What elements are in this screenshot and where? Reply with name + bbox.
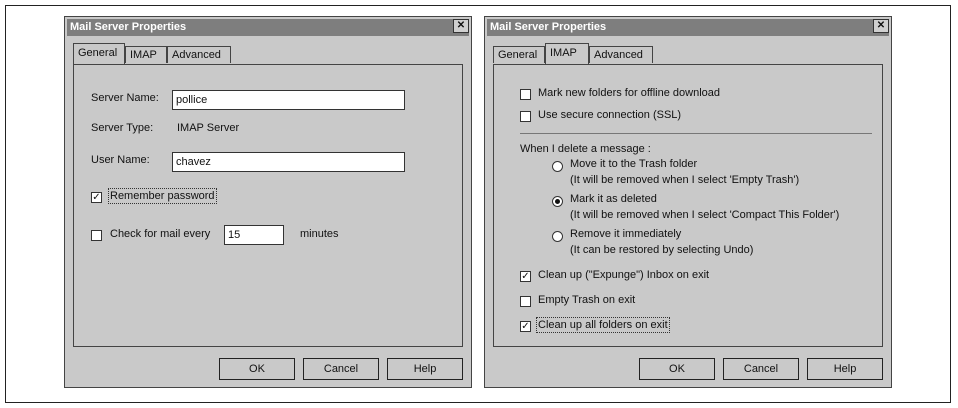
close-icon[interactable]: ✕ (453, 19, 469, 33)
ssl-checkbox[interactable] (520, 111, 531, 122)
tab-general[interactable]: General (493, 46, 545, 63)
mail-server-properties-general-dialog: Mail Server Properties ✕ General IMAP Ad… (64, 16, 472, 388)
tab-advanced[interactable]: Advanced (589, 46, 653, 63)
server-name-field[interactable]: pollice (172, 90, 405, 110)
mark-offline-checkbox[interactable] (520, 89, 531, 100)
close-icon[interactable]: ✕ (873, 19, 889, 33)
title-bar: Mail Server Properties (67, 19, 469, 36)
radio-remove-immediately-note: (It can be restored by selecting Undo) (570, 244, 754, 256)
server-name-label: Server Name: (91, 92, 159, 104)
expunge-inbox-checkbox[interactable]: ✓ (520, 271, 531, 282)
ssl-label[interactable]: Use secure connection (SSL) (538, 109, 681, 121)
check-mail-label[interactable]: Check for mail every (110, 228, 210, 240)
cancel-button[interactable]: Cancel (303, 358, 379, 380)
tab-general[interactable]: General (73, 43, 125, 64)
help-button[interactable]: Help (807, 358, 883, 380)
cleanup-all-folders-checkbox[interactable]: ✓ (520, 321, 531, 332)
cleanup-all-folders-label[interactable]: Clean up all folders on exit (536, 317, 670, 333)
mail-server-properties-imap-dialog: Mail Server Properties ✕ General IMAP Ad… (484, 16, 892, 388)
general-tab-panel: Server Name: pollice Server Type: IMAP S… (73, 64, 463, 347)
empty-trash-checkbox[interactable] (520, 296, 531, 307)
radio-mark-deleted-label[interactable]: Mark it as deleted (570, 193, 657, 205)
imap-tab-panel: Mark new folders for offline download Us… (493, 64, 883, 347)
dialog-title: Mail Server Properties (70, 21, 187, 33)
minutes-label: minutes (300, 228, 339, 240)
empty-trash-label[interactable]: Empty Trash on exit (538, 294, 635, 306)
expunge-inbox-label[interactable]: Clean up ("Expunge") Inbox on exit (538, 269, 709, 281)
radio-move-to-trash-note: (It will be removed when I select 'Empty… (570, 174, 800, 186)
title-bar: Mail Server Properties (487, 19, 889, 36)
tab-imap[interactable]: IMAP (545, 43, 589, 64)
user-name-label: User Name: (91, 154, 150, 166)
check-mail-checkbox[interactable] (91, 230, 102, 241)
dialog-title: Mail Server Properties (490, 21, 607, 33)
server-type-value: IMAP Server (177, 122, 240, 134)
radio-mark-deleted-note: (It will be removed when I select 'Compa… (570, 209, 840, 221)
separator (520, 133, 872, 134)
check-mail-minutes-field[interactable]: 15 (224, 225, 284, 245)
radio-mark-deleted[interactable] (552, 196, 563, 207)
radio-remove-immediately[interactable] (552, 231, 563, 242)
remember-password-label[interactable]: Remember password (108, 188, 217, 204)
user-name-field[interactable]: chavez (172, 152, 405, 172)
radio-move-to-trash[interactable] (552, 161, 563, 172)
help-button[interactable]: Help (387, 358, 463, 380)
cancel-button[interactable]: Cancel (723, 358, 799, 380)
tab-imap[interactable]: IMAP (125, 46, 167, 63)
radio-remove-immediately-label[interactable]: Remove it immediately (570, 228, 681, 240)
delete-heading: When I delete a message : (520, 143, 651, 155)
mark-offline-label[interactable]: Mark new folders for offline download (538, 87, 720, 99)
ok-button[interactable]: OK (639, 358, 715, 380)
radio-move-to-trash-label[interactable]: Move it to the Trash folder (570, 158, 697, 170)
remember-password-checkbox[interactable]: ✓ (91, 192, 102, 203)
ok-button[interactable]: OK (219, 358, 295, 380)
tab-advanced[interactable]: Advanced (167, 46, 231, 63)
server-type-label: Server Type: (91, 122, 154, 134)
